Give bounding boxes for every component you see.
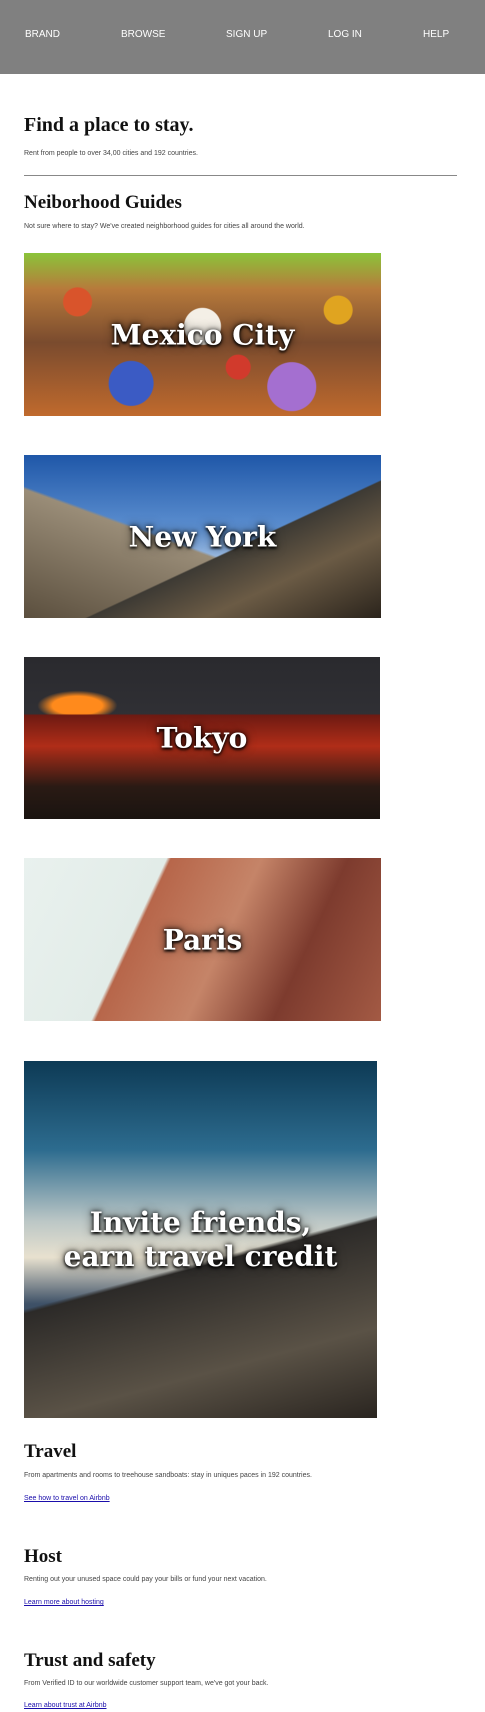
nav-brand[interactable]: BRAND bbox=[25, 29, 60, 40]
travel-link[interactable]: See how to travel on Airbnb bbox=[24, 1495, 110, 1502]
trust-link[interactable]: Learn about trust at Airbnb bbox=[24, 1702, 107, 1709]
nav-browse[interactable]: BROWSE bbox=[121, 29, 165, 40]
invite-friends-banner[interactable]: Invite friends, earn travel credit bbox=[24, 1061, 377, 1418]
guide-card-label: Mexico City bbox=[110, 318, 295, 351]
invite-line-2: earn travel credit bbox=[63, 1239, 338, 1273]
invite-line-1: Invite friends, bbox=[89, 1205, 312, 1239]
guide-card-label: New York bbox=[128, 520, 277, 553]
hero-title: Find a place to stay. bbox=[24, 114, 194, 136]
trust-title: Trust and safety bbox=[24, 1650, 156, 1671]
nav-help[interactable]: HELP bbox=[423, 29, 449, 40]
guide-card-mexico-city[interactable]: Mexico City bbox=[24, 253, 381, 416]
nav-sign-up[interactable]: SIGN UP bbox=[226, 29, 267, 40]
divider bbox=[24, 175, 457, 176]
guide-card-label: Tokyo bbox=[156, 721, 248, 755]
guide-card-label: Paris bbox=[162, 923, 243, 956]
host-text: Renting out your unused space could pay … bbox=[24, 1576, 267, 1583]
travel-text: From apartments and rooms to treehouse s… bbox=[24, 1472, 312, 1479]
invite-banner-text: Invite friends, earn travel credit bbox=[24, 1206, 377, 1274]
guide-card-tokyo[interactable]: Tokyo bbox=[24, 657, 380, 819]
guides-subtitle: Not sure where to stay? We've created ne… bbox=[24, 223, 305, 230]
nav-log-in[interactable]: LOG IN bbox=[328, 29, 362, 40]
top-nav: BRAND BROWSE SIGN UP LOG IN HELP bbox=[0, 0, 485, 74]
guide-card-paris[interactable]: Paris bbox=[24, 858, 381, 1021]
host-title: Host bbox=[24, 1546, 62, 1567]
guides-title: Neiborhood Guides bbox=[24, 192, 182, 213]
travel-title: Travel bbox=[24, 1441, 77, 1462]
hero-subtitle: Rent from people to over 34,00 cities an… bbox=[24, 150, 198, 157]
host-link[interactable]: Learn more about hosting bbox=[24, 1599, 104, 1606]
guide-card-new-york[interactable]: New York bbox=[24, 455, 381, 618]
trust-text: From Verified ID to our worldwide custom… bbox=[24, 1680, 269, 1687]
